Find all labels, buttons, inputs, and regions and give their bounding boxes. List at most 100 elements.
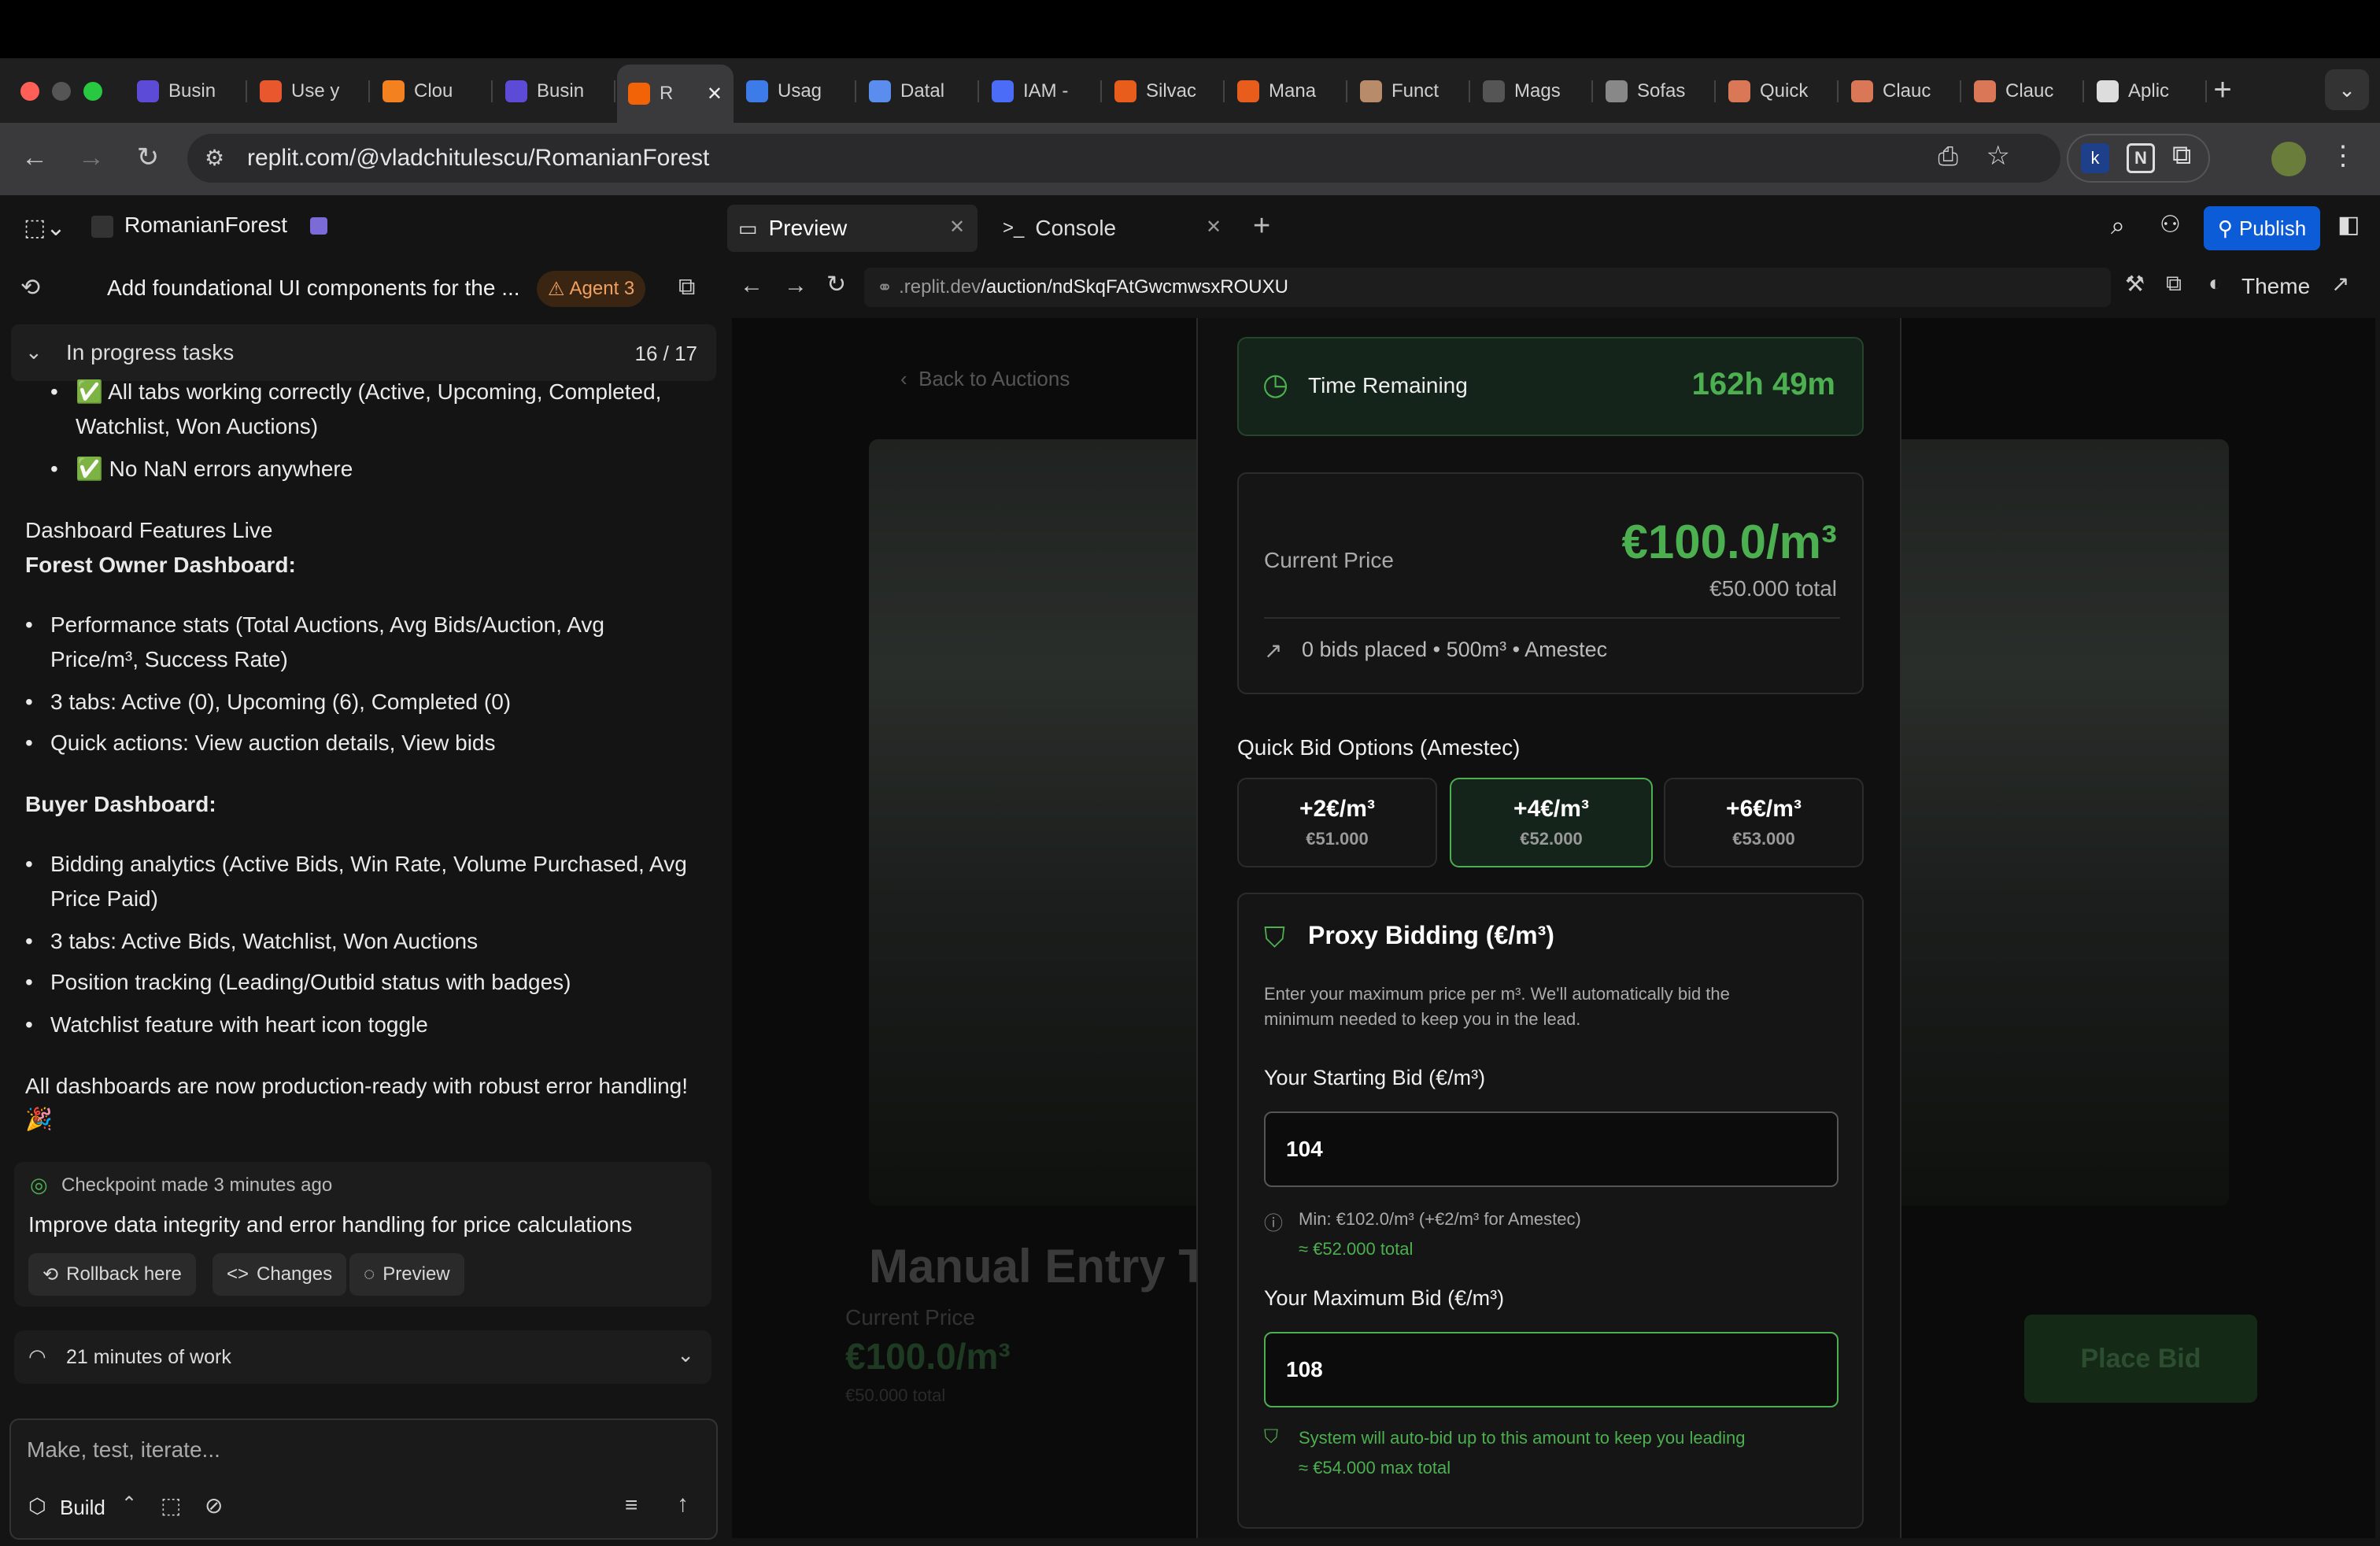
tab-separator: [1100, 80, 1102, 102]
browser-tab[interactable]: Mags: [1472, 69, 1593, 113]
buyer-heading: Buyer Dashboard:: [25, 792, 216, 816]
browser-tab[interactable]: Busin: [126, 69, 247, 113]
history-icon[interactable]: ⟲: [20, 274, 40, 301]
trending-up-icon: ↗: [1264, 638, 1283, 663]
notion-icon[interactable]: N: [2127, 143, 2155, 173]
attach-icon[interactable]: ⊘: [205, 1492, 223, 1518]
browser-tab[interactable]: Sofas: [1595, 69, 1716, 113]
bg-place-bid-button: Place Bid: [2024, 1315, 2257, 1403]
install-app-icon[interactable]: ⎙: [1938, 142, 1958, 172]
theme-button[interactable]: Theme: [2241, 274, 2310, 299]
reload-icon[interactable]: ↻: [826, 271, 846, 298]
replit-menu-icon[interactable]: ⬚⌄: [24, 214, 65, 242]
menu-kebab-icon[interactable]: ⋮: [2330, 140, 2356, 172]
bookmark-star-icon[interactable]: ☆: [1986, 140, 2010, 172]
status-badge: [310, 217, 327, 235]
starting-bid-input[interactable]: 104: [1264, 1111, 1839, 1187]
browser-tab[interactable]: Clauc: [1963, 69, 2084, 113]
rollback-button[interactable]: ⟲ Rollback here: [28, 1253, 196, 1296]
open-external-icon[interactable]: ↗: [2331, 271, 2349, 297]
browser-tab-label: Silvac: [1146, 80, 1197, 102]
list-item: Watchlist feature with heart icon toggle: [25, 1008, 428, 1042]
tasks-header[interactable]: ⌄ In progress tasks 16 / 17: [11, 324, 716, 381]
avatar[interactable]: [2271, 142, 2306, 176]
favicon-icon: [505, 80, 527, 102]
proxy-title: Proxy Bidding (€/m³): [1308, 921, 1554, 949]
browser-tab[interactable]: Usag: [735, 69, 856, 113]
browser-tab-label: Aplic: [2128, 80, 2170, 102]
browser-tab[interactable]: IAM -: [981, 69, 1102, 113]
max-bid-input[interactable]: 108: [1264, 1332, 1839, 1407]
tab-separator: [1714, 80, 1716, 102]
browser-tab-label: Quick: [1760, 80, 1809, 102]
browser-tab[interactable]: Clou: [371, 69, 493, 113]
wrench-icon[interactable]: ⚒: [2125, 271, 2145, 297]
changes-button[interactable]: <> Changes: [213, 1253, 347, 1296]
select-element-icon[interactable]: ⬚: [161, 1492, 181, 1518]
browser-tab[interactable]: R ✕: [617, 65, 734, 123]
build-mode-button[interactable]: Build: [60, 1496, 105, 1520]
new-chat-icon[interactable]: ⧉: [678, 274, 695, 301]
site-settings-icon[interactable]: ⚙: [205, 145, 224, 171]
terminal-icon: >_: [1003, 217, 1025, 239]
palette-icon[interactable]: ◐: [2208, 271, 2222, 296]
browser-tab[interactable]: Silvac: [1103, 69, 1225, 113]
browser-tab[interactable]: Quick: [1717, 69, 1839, 113]
quick-bid-option[interactable]: +6€/m³ €53.000: [1664, 778, 1864, 867]
settings-sliders-icon[interactable]: ≡: [625, 1492, 638, 1518]
thread-title[interactable]: Add foundational UI components for the .…: [107, 276, 520, 301]
minimize-window-button[interactable]: [52, 82, 71, 101]
preview-button[interactable]: ◌ Preview: [349, 1253, 464, 1296]
tab-console[interactable]: >_ Console ✕: [993, 205, 1229, 252]
browser-tab[interactable]: Datal: [858, 69, 979, 113]
tab-preview[interactable]: ▭ Preview ✕: [727, 205, 978, 252]
tab-separator: [855, 80, 856, 102]
browser-tab[interactable]: Busin: [494, 69, 615, 113]
chat-input[interactable]: Make, test, iterate...: [27, 1437, 220, 1463]
close-icon[interactable]: ✕: [949, 216, 965, 239]
forward-icon[interactable]: →: [784, 272, 808, 299]
chevron-up-icon[interactable]: ⌃: [121, 1492, 137, 1515]
new-tab-button[interactable]: +: [2204, 71, 2241, 109]
browser-tab[interactable]: Aplic: [2086, 69, 2207, 113]
work-summary[interactable]: ◠ 21 minutes of work ⌄: [14, 1330, 711, 1384]
current-price-card: Current Price €100.0/m³ €50.000 total ↗ …: [1237, 472, 1864, 694]
browser-tab-label: Clauc: [1883, 80, 1931, 102]
close-icon[interactable]: ✕: [1206, 216, 1221, 239]
browser-tab[interactable]: Clauc: [1840, 69, 1961, 113]
time-remaining-card: ◷ Time Remaining 162h 49m: [1237, 337, 1864, 436]
bg-total: €50.000 total: [845, 1385, 946, 1405]
browser-tab[interactable]: Funct: [1349, 69, 1470, 113]
project-name[interactable]: RomanianForest: [124, 213, 287, 238]
publish-button[interactable]: ⚲ Publish: [2204, 206, 2320, 250]
maximize-window-button[interactable]: [83, 82, 102, 101]
close-window-button[interactable]: [20, 82, 39, 101]
invite-user-icon[interactable]: ⚇: [2160, 211, 2181, 239]
min-note: Min: €102.0/m³ (+€2/m³ for Amestec): [1299, 1209, 1581, 1229]
quick-bid-option[interactable]: +2€/m³ €51.000: [1237, 778, 1437, 867]
closing-text: All dashboards are now production-ready …: [25, 1074, 689, 1098]
devices-icon[interactable]: ⧉: [2166, 271, 2182, 297]
forward-icon[interactable]: →: [72, 139, 110, 176]
quick-bid-total: €53.000: [1732, 829, 1795, 849]
layout-toggle-icon[interactable]: ◧: [2338, 211, 2360, 239]
back-icon[interactable]: ←: [16, 139, 54, 176]
quick-bid-title: Quick Bid Options (Amestec): [1237, 735, 1521, 760]
tab-search-button[interactable]: ⌄: [2325, 69, 2369, 110]
back-to-auctions-link[interactable]: ‹ Back to Auctions: [900, 367, 1070, 391]
reload-icon[interactable]: ↻: [129, 139, 167, 176]
back-icon[interactable]: ←: [740, 272, 763, 299]
search-icon[interactable]: ⌕: [2111, 211, 2125, 241]
quick-bid-option-selected[interactable]: +4€/m³ €52.000: [1450, 778, 1653, 867]
close-icon[interactable]: ✕: [707, 83, 722, 105]
preview-url-bar[interactable]: ⚭ .replit.dev /auction/ndSkqFAtGwcmwsxRO…: [864, 268, 2111, 307]
extension-icon[interactable]: k: [2081, 143, 2109, 173]
preview-url-prefix: .replit.dev: [899, 276, 981, 298]
add-tab-icon[interactable]: +: [1253, 209, 1270, 243]
send-arrow-icon[interactable]: ↑: [677, 1491, 689, 1518]
browser-tab[interactable]: Mana: [1226, 69, 1347, 113]
address-bar[interactable]: ⚙ replit.com/@vladchitulescu/RomanianFor…: [187, 134, 2060, 183]
puzzle-icon[interactable]: ⧉: [2172, 140, 2191, 171]
browser-tab[interactable]: Use y: [249, 69, 370, 113]
browser-tab-label: Clauc: [2005, 80, 2054, 102]
